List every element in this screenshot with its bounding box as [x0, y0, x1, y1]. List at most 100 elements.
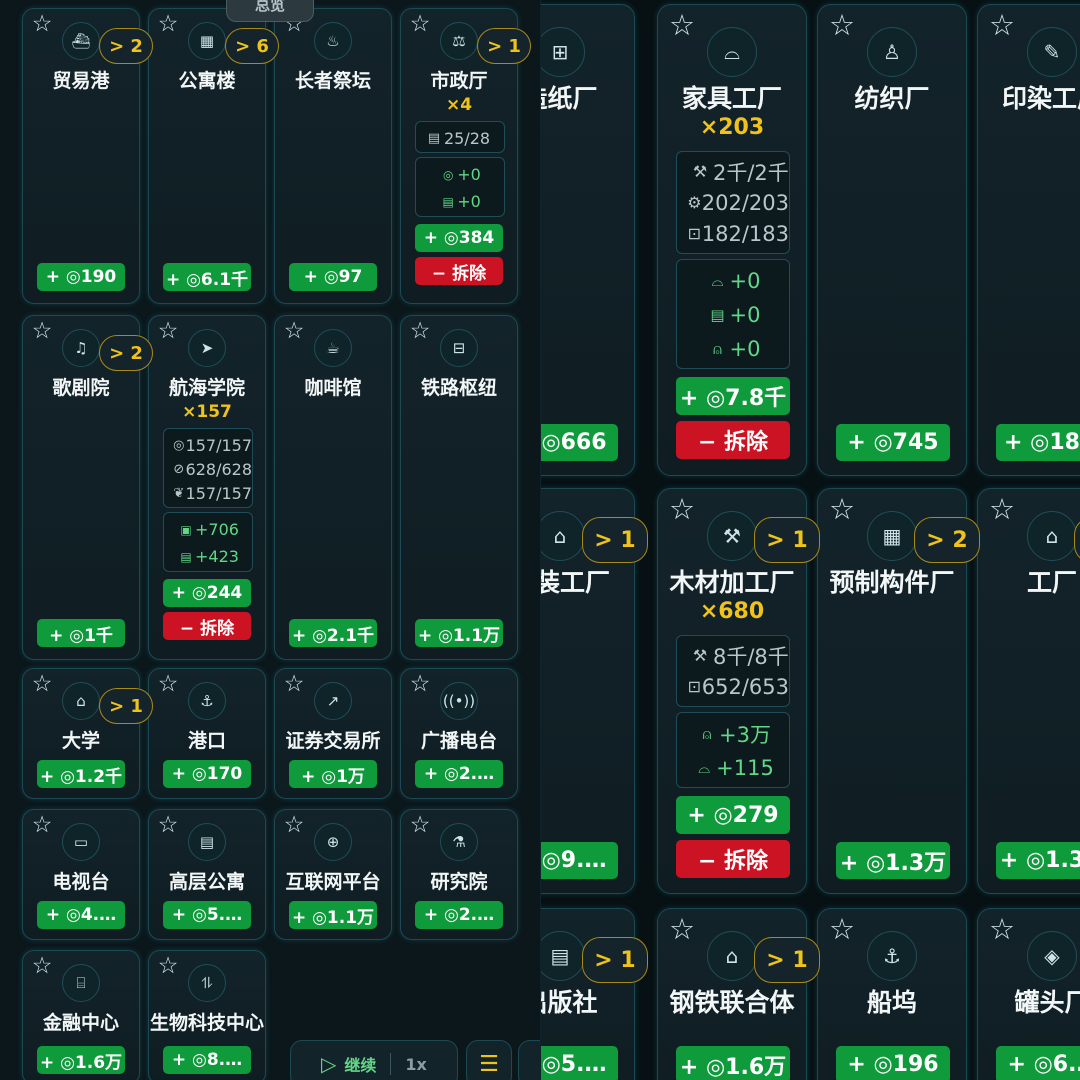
- income-button[interactable]: + ◎1.1万: [289, 901, 377, 929]
- upgrade-badge[interactable]: > 2: [99, 28, 153, 64]
- favorite-star-icon[interactable]: ☆: [826, 495, 858, 527]
- continue-button[interactable]: 继续: [344, 1052, 376, 1076]
- income-button[interactable]: + ◎1.6万: [676, 1046, 790, 1080]
- building-card[interactable]: ☆ ⚓ 港口 + ◎170: [148, 668, 266, 799]
- building-card[interactable]: ☆⌂> 1服装工厂+ ◎9.…: [541, 488, 648, 894]
- favorite-star-icon[interactable]: ☆: [666, 11, 698, 43]
- income-button[interactable]: + ◎1.1万: [415, 619, 503, 647]
- income-button[interactable]: + ◎5.…: [163, 901, 251, 929]
- favorite-star-icon[interactable]: ☆: [155, 320, 181, 346]
- income-button[interactable]: + ◎745: [836, 424, 950, 461]
- income-button[interactable]: + ◎4.…: [37, 901, 125, 929]
- income-button[interactable]: + ◎97: [289, 263, 377, 291]
- favorite-star-icon[interactable]: ☆: [986, 11, 1018, 43]
- building-card[interactable]: ☆ ⌸ 金融中心 + ◎1.6万: [22, 950, 140, 1080]
- building-card[interactable]: ☆ ▤ 高层公寓 + ◎5.…: [148, 809, 266, 940]
- income-button[interactable]: + ◎8.…: [163, 1046, 251, 1074]
- building-card[interactable]: ☆ ⌓ 家具工厂 ×203 ⚒ 2千/2千 ⚙ 202/203 ⊡ 182/183 ⌓ +0 ▤ +0 ⍝ +…: [657, 4, 807, 476]
- demolish-button[interactable]: − 拆除: [415, 257, 503, 285]
- income-button[interactable]: + ◎1.3万: [836, 842, 950, 879]
- demolish-button[interactable]: − 拆除: [163, 612, 251, 640]
- income-button[interactable]: + ◎2.1千: [289, 619, 377, 647]
- favorite-star-icon[interactable]: ☆: [29, 13, 55, 39]
- building-card[interactable]: ☆ ⥮ 生物科技中心 + ◎8.…: [148, 950, 266, 1080]
- income-button[interactable]: + ◎7.8千: [676, 377, 790, 415]
- income-button[interactable]: + ◎18…: [996, 424, 1080, 461]
- favorite-star-icon[interactable]: ☆: [407, 320, 433, 346]
- income-button[interactable]: + ◎1千: [37, 619, 125, 647]
- favorite-star-icon[interactable]: ☆: [407, 13, 433, 39]
- upgrade-badge[interactable]: > 1: [477, 28, 531, 64]
- building-card[interactable]: ☆ ⚒ > 1 木材加工厂 ×680 ⚒ 8千/8千 ⊡ 652/653 ⍝ +3万 ⌓ +115 + ◎…: [657, 488, 820, 894]
- income-button[interactable]: + ◎1.6万: [37, 1046, 125, 1074]
- income-button[interactable]: + ◎6.1千: [163, 263, 251, 291]
- upgrade-badge[interactable]: > 1: [582, 517, 648, 563]
- building-card[interactable]: ☆ ▦ > 2 预制构件厂 + ◎1.3万: [817, 488, 980, 894]
- upgrade-badge[interactable]: > 6: [225, 28, 279, 64]
- income-button[interactable]: + ◎1.3…: [996, 842, 1080, 879]
- building-card[interactable]: ☆ ♙ 纺织厂 + ◎745: [817, 4, 967, 476]
- income-button[interactable]: + ◎196: [836, 1046, 950, 1080]
- demolish-button[interactable]: − 拆除: [676, 421, 790, 459]
- building-card[interactable]: ☆ ⚓ 船坞 + ◎196: [817, 908, 967, 1080]
- overview-tab[interactable]: 总览: [226, 0, 314, 22]
- building-card[interactable]: ☆ ◈ 罐头厂 + ◎6.…: [977, 908, 1080, 1080]
- favorite-star-icon[interactable]: ☆: [155, 814, 181, 840]
- building-card[interactable]: ☆ ⚖ > 1 市政厅 ×4 ▤ 25/28 ◎ +0 ▤ +0 + ◎384− 拆除: [400, 8, 531, 304]
- upgrade-badge[interactable]: > 1: [754, 517, 820, 563]
- demolish-button[interactable]: − 拆除: [676, 840, 790, 878]
- favorite-star-icon[interactable]: ☆: [407, 673, 433, 699]
- income-button[interactable]: + ◎1万: [289, 760, 377, 788]
- upgrade-badge[interactable]: > 1: [754, 937, 820, 983]
- income-button[interactable]: + ◎666: [541, 424, 618, 461]
- speed-button[interactable]: 1x: [405, 1055, 426, 1074]
- favorite-star-icon[interactable]: ☆: [155, 955, 181, 981]
- building-card[interactable]: ☆ ((•)) 广播电台 + ◎2.…: [400, 668, 518, 799]
- building-card[interactable]: ☆ ⊟ 铁路枢纽 + ◎1.1万: [400, 315, 518, 660]
- favorite-star-icon[interactable]: ☆: [281, 673, 307, 699]
- upgrade-badge[interactable]: > 1: [99, 688, 153, 724]
- favorite-star-icon[interactable]: ☆: [281, 814, 307, 840]
- menu-button[interactable]: ☰: [466, 1040, 512, 1080]
- income-button[interactable]: + ◎244: [163, 579, 251, 607]
- favorite-star-icon[interactable]: ☆: [666, 915, 698, 947]
- building-card[interactable]: ☆ ⌂ > 1 钢铁联合体 + ◎1.6万: [657, 908, 820, 1080]
- income-button[interactable]: + ◎6.…: [996, 1046, 1080, 1080]
- building-card[interactable]: ☆ ⚗ 研究院 + ◎2.…: [400, 809, 518, 940]
- building-card[interactable]: ☆ ➤ 航海学院 ×157 ◎ 157/157 ⊘ 628/628 ❦ 157/157 ▣ +706 ▤…: [148, 315, 266, 660]
- building-card[interactable]: ☆ ⌂ > 1 大学 + ◎1.2千: [22, 668, 153, 799]
- favorite-star-icon[interactable]: ☆: [826, 915, 858, 947]
- upgrade-badge[interactable]: > 1: [582, 937, 648, 983]
- building-card[interactable]: ☆⊞造纸厂+ ◎666: [541, 4, 635, 476]
- building-card[interactable]: ☆ ✎ 印染工厂 + ◎18…: [977, 4, 1080, 476]
- favorite-star-icon[interactable]: ☆: [666, 495, 698, 527]
- upgrade-badge[interactable]: > 2: [99, 335, 153, 371]
- building-card[interactable]: ☆ ☕ 咖啡馆 + ◎2.1千: [274, 315, 392, 660]
- favorite-star-icon[interactable]: ☆: [281, 320, 307, 346]
- favorite-star-icon[interactable]: ☆: [29, 814, 55, 840]
- favorite-star-icon[interactable]: ☆: [155, 13, 181, 39]
- upgrade-badge[interactable]: > 2: [914, 517, 980, 563]
- building-card[interactable]: ☆ ⊕ 互联网平台 + ◎1.1万: [274, 809, 392, 940]
- favorite-star-icon[interactable]: ☆: [407, 814, 433, 840]
- income-button[interactable]: + ◎384: [415, 224, 503, 252]
- favorite-star-icon[interactable]: ☆: [155, 673, 181, 699]
- favorite-star-icon[interactable]: ☆: [986, 915, 1018, 947]
- upgrade-badge[interactable]: > 1: [1074, 517, 1080, 563]
- income-button[interactable]: + ◎170: [163, 760, 251, 788]
- income-button[interactable]: + ◎190: [37, 263, 125, 291]
- more-button[interactable]: [518, 1040, 540, 1080]
- building-card[interactable]: ☆ ⌂> 1 工厂 + ◎1.3…: [977, 488, 1080, 894]
- favorite-star-icon[interactable]: ☆: [826, 11, 858, 43]
- building-card[interactable]: ☆ ▭ 电视台 + ◎4.…: [22, 809, 140, 940]
- income-button[interactable]: + ◎1.2千: [37, 760, 125, 788]
- play-icon[interactable]: ▷: [321, 1052, 336, 1076]
- building-card[interactable]: ☆ ↗ 证券交易所 + ◎1万: [274, 668, 392, 799]
- income-button[interactable]: + ◎5.…: [541, 1046, 618, 1080]
- building-card[interactable]: ☆▤> 1出版社+ ◎5.…: [541, 908, 648, 1080]
- income-button[interactable]: + ◎2.…: [415, 901, 503, 929]
- building-card[interactable]: ☆ ♫ > 2 歌剧院 + ◎1千: [22, 315, 153, 660]
- income-button[interactable]: + ◎9.…: [541, 842, 618, 879]
- building-card[interactable]: ☆ ♨ 长者祭坛 + ◎97: [274, 8, 392, 304]
- favorite-star-icon[interactable]: ☆: [986, 495, 1018, 527]
